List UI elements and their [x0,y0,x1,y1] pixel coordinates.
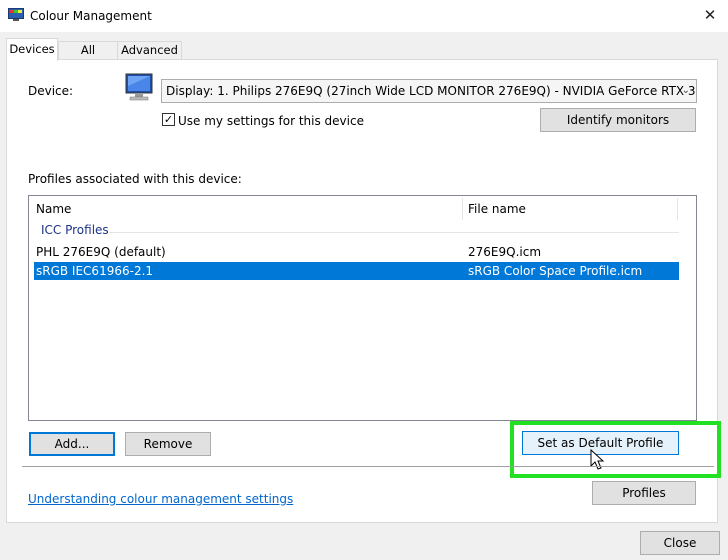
identify-monitors-button[interactable]: Identify monitors [540,108,696,132]
tab-all-profiles[interactable]: All Profiles [58,41,118,74]
profile-file: sRGB Color Space Profile.icm [468,264,643,278]
device-dropdown[interactable]: Display: 1. Philips 276E9Q (27inch Wide … [161,79,697,103]
column-header-name[interactable]: Name [36,202,71,216]
colour-management-app-icon [8,8,24,21]
profiles-list-header: Name File name [29,196,696,222]
profiles-section-label: Profiles associated with this device: [28,172,242,186]
profile-file: 276E9Q.icm [468,245,542,259]
window-title: Colour Management [30,9,152,23]
tab-devices[interactable]: Devices [6,38,58,61]
group-divider [109,232,679,233]
device-dropdown-value: Display: 1. Philips 276E9Q (27inch Wide … [166,84,697,98]
table-row-selected[interactable]: sRGB IEC61966-2.1 sRGB Color Space Profi… [34,262,679,280]
column-divider[interactable] [462,198,463,220]
monitor-icon [125,73,153,101]
column-header-file-name[interactable]: File name [468,202,526,216]
device-label: Device: [28,84,74,98]
profile-name: PHL 276E9Q (default) [36,245,166,259]
profiles-button[interactable]: Profiles [592,481,696,505]
mouse-cursor-icon [590,449,605,470]
profile-name: sRGB IEC61966-2.1 [36,264,154,278]
close-button[interactable]: Close [640,531,720,555]
divider [22,466,714,467]
remove-button[interactable]: Remove [125,432,211,456]
highlight-box [510,421,721,478]
group-header-icc-profiles: ICC Profiles [41,223,109,237]
tab-advanced[interactable]: Advanced [117,41,182,60]
understanding-colour-management-link[interactable]: Understanding colour management settings [28,492,293,506]
title-bar: Colour Management ✕ [0,0,728,32]
add-button[interactable]: Add... [29,432,115,456]
profiles-list[interactable]: Name File name ICC Profiles PHL 276E9Q (… [28,195,697,421]
window-close-icon[interactable]: ✕ [698,4,722,26]
column-divider[interactable] [677,198,678,220]
use-settings-label: Use my settings for this device [178,114,364,128]
table-row[interactable]: PHL 276E9Q (default) 276E9Q.icm [34,243,679,261]
chevron-down-icon: ⌄ [681,85,690,96]
use-settings-checkbox[interactable]: ✓ [162,113,175,126]
